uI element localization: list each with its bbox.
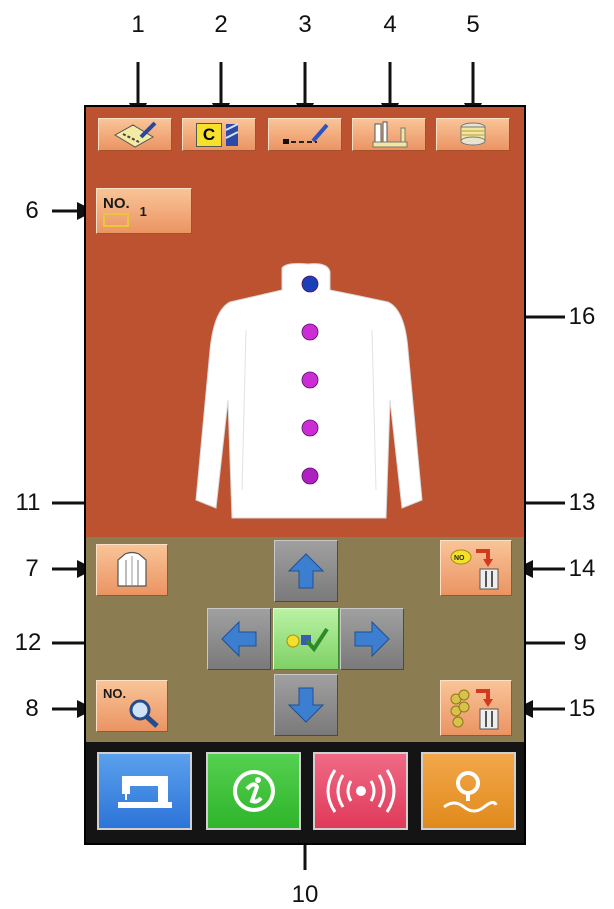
pattern-register-icon: NO — [450, 549, 499, 590]
garment-button[interactable] — [96, 544, 168, 596]
stitch-setting-button[interactable] — [268, 118, 342, 151]
garment-button-dot — [301, 275, 319, 293]
magnifier-icon — [129, 699, 159, 728]
confirm-position-button[interactable] — [273, 608, 339, 670]
information-button[interactable] — [206, 752, 301, 830]
callout-16: 16 — [568, 303, 596, 330]
callout-7: 7 — [25, 555, 39, 582]
garment-button-dot — [301, 419, 319, 437]
presser-foot-button[interactable] — [352, 118, 426, 151]
pattern-search-bottom-button[interactable] — [421, 752, 516, 830]
pattern-no-button[interactable]: NO. 1 — [96, 188, 192, 234]
arrow-left-icon — [221, 620, 257, 658]
callout-5: 5 — [466, 11, 480, 38]
data-input-button[interactable] — [98, 118, 172, 151]
pattern-search-button[interactable]: NO. — [96, 680, 168, 732]
communication-button[interactable] — [313, 752, 408, 830]
search-icon — [442, 771, 497, 813]
pattern-copy-button[interactable] — [440, 680, 512, 736]
callout-9: 9 — [573, 629, 587, 656]
move-down-button[interactable] — [274, 674, 338, 736]
arrow-up-icon — [287, 553, 325, 589]
counter-button[interactable]: C — [182, 118, 256, 151]
callout-6: 6 — [25, 197, 39, 224]
sewing-mode-button[interactable] — [97, 752, 192, 830]
callout-2: 2 — [214, 11, 228, 38]
callout-4: 4 — [383, 11, 397, 38]
bobbin-winder-button[interactable] — [436, 118, 510, 151]
arrow-down-icon — [287, 687, 325, 723]
pattern-no-value: 1 — [139, 203, 147, 219]
svg-text:NO: NO — [454, 555, 465, 562]
callout-11: 11 — [15, 489, 41, 516]
bobbin-winder-icon — [460, 122, 486, 145]
callout-3: 3 — [298, 11, 312, 38]
garment-preview — [195, 263, 423, 519]
callout-15: 15 — [568, 695, 596, 722]
arrow-right-icon — [354, 620, 390, 658]
move-left-button[interactable] — [207, 608, 271, 670]
pattern-register-button[interactable]: NO — [440, 540, 512, 596]
search-no-label: NO. — [103, 686, 127, 701]
information-icon — [232, 770, 275, 812]
callout-1: 1 — [131, 11, 145, 38]
pattern-frame-icon — [103, 212, 129, 227]
garment-button-dot — [301, 467, 319, 485]
communication-icon — [326, 769, 395, 813]
stitch-setting-icon — [283, 123, 329, 144]
callout-13: 13 — [568, 489, 596, 516]
counter-icon — [225, 122, 239, 146]
presser-foot-icon — [372, 121, 408, 147]
pattern-no-label: NO. — [103, 194, 130, 212]
shirt-icon — [117, 551, 147, 587]
callout-14: 14 — [568, 555, 596, 582]
callout-10: 10 — [291, 881, 319, 908]
origin-check-icon — [286, 627, 329, 653]
move-up-button[interactable] — [274, 540, 338, 602]
callout-12: 12 — [14, 629, 42, 656]
sewing-machine-icon — [117, 776, 172, 808]
callout-8: 8 — [25, 695, 39, 722]
move-right-button[interactable] — [340, 608, 404, 670]
counter-c-label: C — [195, 122, 223, 147]
data-input-icon — [114, 121, 157, 148]
pattern-copy-icon — [450, 689, 499, 730]
garment-button-dot — [301, 371, 319, 389]
garment-button-dot — [301, 323, 319, 341]
